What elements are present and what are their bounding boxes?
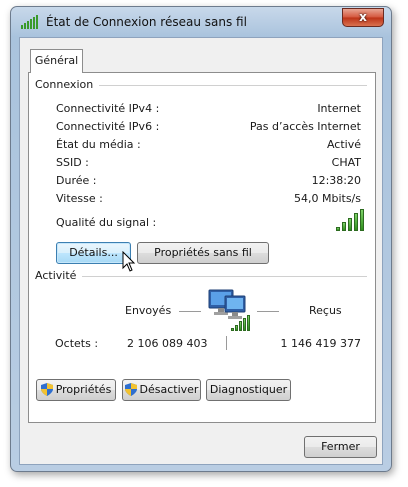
sent-line [179, 311, 201, 312]
disable-button[interactable]: Désactiver [122, 379, 201, 401]
signal-bar [247, 315, 250, 331]
ipv4-label: Connectivité IPv4 : [56, 102, 160, 115]
duration-value: 12:38:20 [311, 174, 361, 187]
signal-bar [231, 328, 234, 331]
speed-label: Vitesse : [56, 192, 103, 205]
properties-button[interactable]: Propriétés [36, 379, 116, 401]
received-label: Reçus [309, 304, 342, 317]
wireless-properties-button[interactable]: Propriétés sans fil [137, 242, 269, 264]
connexion-heading: Connexion [35, 78, 100, 91]
ipv4-value: Internet [317, 102, 361, 115]
mouse-pointer-icon [122, 251, 136, 272]
signal-bar [239, 321, 242, 331]
received-line [257, 311, 279, 312]
uac-shield-icon [40, 382, 53, 396]
ipv6-label: Connectivité IPv6 : [56, 120, 160, 133]
uac-shield-icon [124, 382, 137, 396]
close-button[interactable]: Fermer [304, 436, 377, 458]
properties-label: Propriétés [55, 383, 112, 396]
sent-label: Envoyés [125, 304, 172, 317]
bytes-received-value: 1 146 419 377 [280, 337, 361, 350]
close-window-button[interactable]: x [342, 8, 384, 27]
ipv6-value: Pas d’accès Internet [249, 120, 361, 133]
signal-bar [348, 218, 352, 231]
disable-label: Désactiver [139, 383, 199, 396]
general-tab-panel: Connexion Connectivité IPv4 : Internet C… [28, 72, 376, 423]
signal-bar [342, 222, 346, 231]
dialog-client-area: Général Connexion Connectivité IPv4 : In… [19, 37, 383, 465]
signal-bar [360, 209, 364, 231]
status-window: État de Connexion réseau sans fil x Géné… [10, 6, 392, 472]
close-icon: x [359, 10, 367, 24]
ssid-value: CHAT [331, 156, 361, 169]
signal-bar [243, 318, 246, 331]
signal-quality-label: Qualité du signal : [56, 216, 157, 229]
signal-bar [235, 325, 238, 331]
media-state-label: État du média : [56, 138, 141, 151]
bytes-sent-value: 2 106 089 403 [127, 337, 208, 350]
tab-general[interactable]: Général [30, 49, 83, 73]
speed-value: 54,0 Mbits/s [294, 192, 361, 205]
duration-label: Durée : [56, 174, 97, 187]
window-title: État de Connexion réseau sans fil [46, 15, 247, 29]
media-state-value: Activé [326, 138, 361, 151]
details-button[interactable]: Détails... [56, 242, 131, 264]
bytes-divider [226, 336, 227, 350]
wireless-signal-icon [21, 15, 38, 29]
ssid-label: SSID : [56, 156, 89, 169]
activite-heading: Activité [35, 269, 83, 282]
diagnose-button[interactable]: Diagnostiquer [206, 379, 291, 401]
signal-bar [336, 227, 340, 231]
title-bar[interactable]: État de Connexion réseau sans fil x [11, 7, 391, 37]
bytes-label: Octets : [55, 337, 99, 350]
signal-bar [354, 213, 358, 231]
activity-signal-icon [231, 315, 253, 331]
activite-divider [37, 276, 367, 277]
signal-quality-icon [336, 209, 366, 231]
